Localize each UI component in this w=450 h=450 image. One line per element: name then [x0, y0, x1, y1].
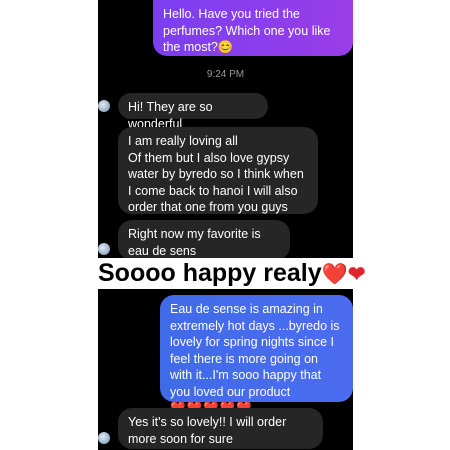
contact-avatar-icon [98, 243, 110, 255]
received-message-4: Yes it's so lovely!! I will order more s… [118, 408, 323, 449]
smile-emoji: 😊 [217, 40, 234, 54]
caption-text: Soooo happy realy❤️❤ [98, 258, 450, 289]
sent-message-1-text: Hello. Have you tried the perfumes? Whic… [163, 7, 331, 54]
chat-screenshot-bottom: Eau de sense is amazing in extremely hot… [98, 289, 353, 450]
received-message-2: I am really loving all Of them but I als… [118, 127, 318, 214]
received-message-1: Hi! They are so wonderful [118, 93, 268, 131]
contact-avatar-icon [98, 432, 110, 444]
chat-screenshot-top: Hello. Have you tried the perfumes? Whic… [98, 0, 353, 258]
caption-label: Soooo happy realy [98, 259, 322, 287]
sent-message-2-text: Eau de sense is amazing in extremely hot… [170, 302, 340, 399]
message-timestamp: 9:24 PM [206, 69, 245, 80]
sent-message-2: Eau de sense is amazing in extremely hot… [160, 295, 353, 415]
heart-emoji: ❤️❤ [321, 263, 366, 286]
received-message-3: Right now my favorite is eau de sens [118, 220, 290, 258]
sent-message-1: Hello. Have you tried the perfumes? Whic… [153, 0, 353, 56]
contact-avatar-icon [98, 100, 110, 112]
